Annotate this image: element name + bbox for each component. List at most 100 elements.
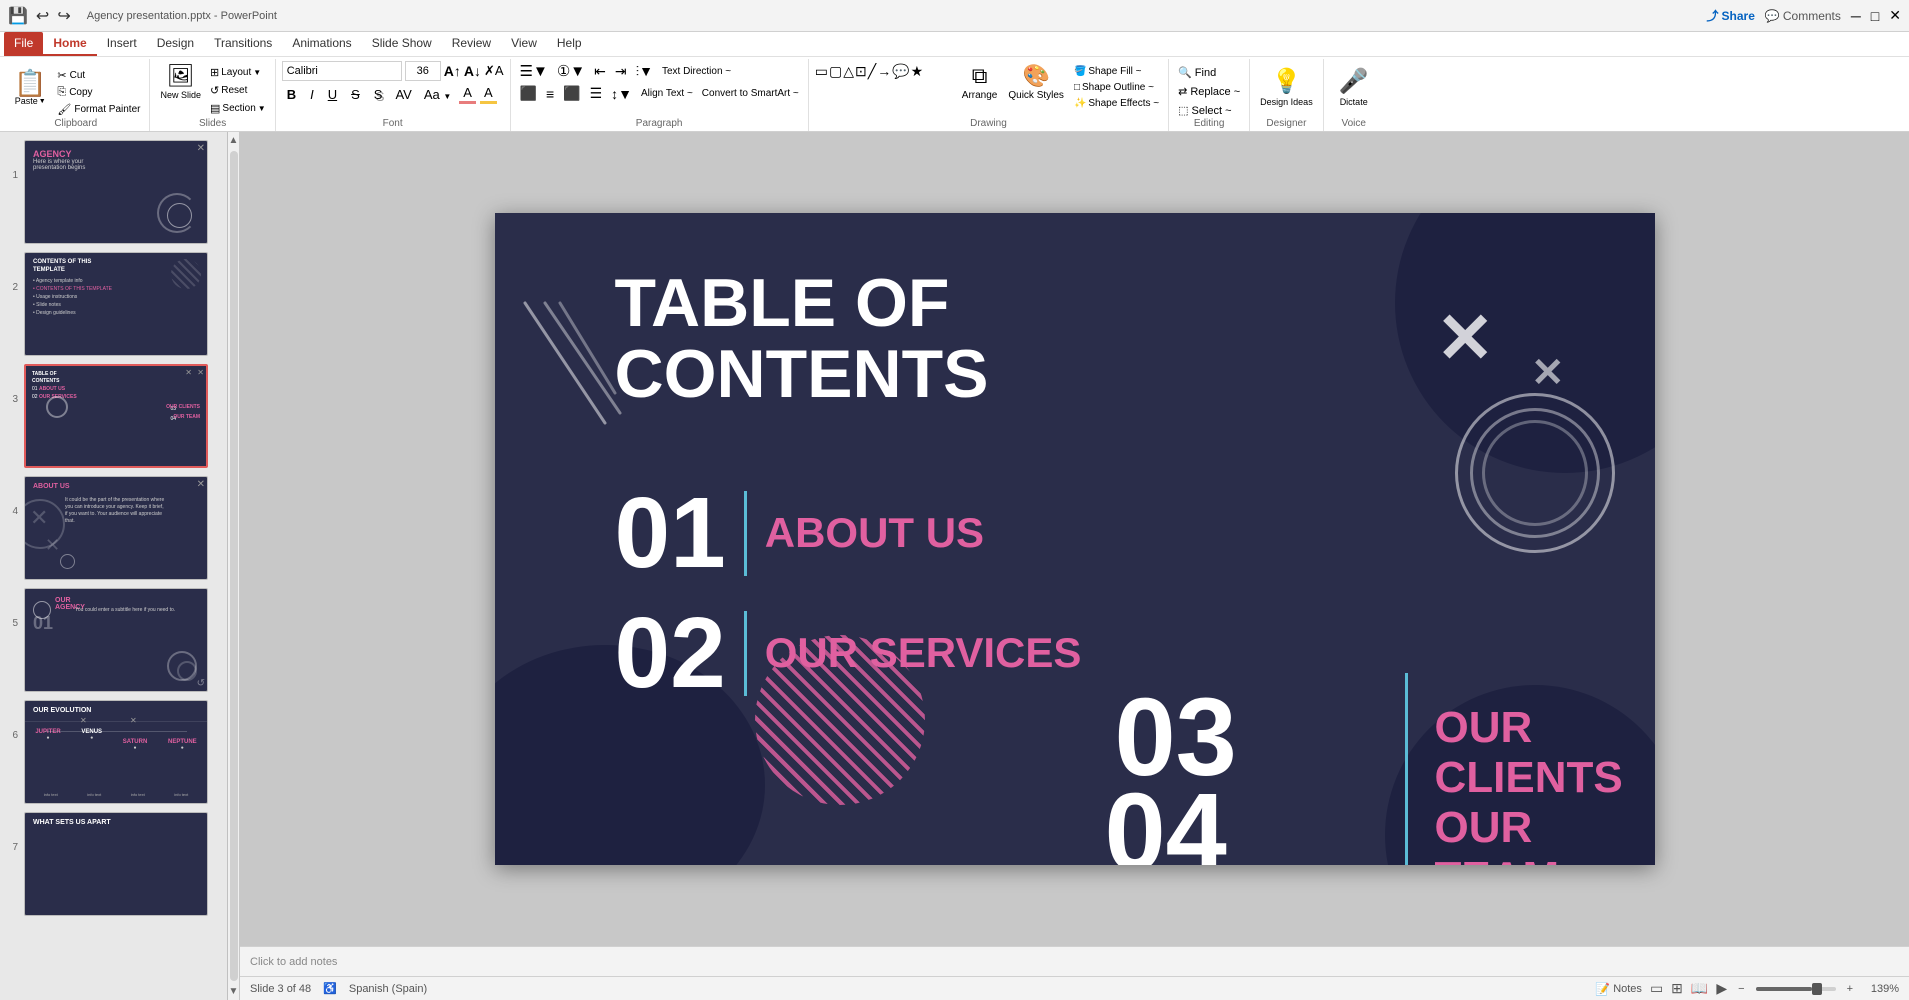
tab-review[interactable]: Review (442, 32, 501, 56)
slide-thumb-2[interactable]: 2 CONTENTS OF THIS TEMPLATE • Agency tem… (4, 252, 223, 356)
font-size-increase[interactable]: A↑ (444, 63, 461, 79)
bullets-button[interactable]: ☰▼ (517, 61, 551, 81)
tab-view[interactable]: View (501, 32, 547, 56)
line-spacing[interactable]: ↕▼ (608, 85, 635, 103)
shape-callout[interactable]: 💬 (892, 63, 909, 80)
zoom-level[interactable]: 139% (1864, 983, 1899, 995)
shape-outline-button[interactable]: □Shape Outline ~ (1071, 81, 1162, 94)
slide-thumb-4[interactable]: 4 ABOUT US ✕ ✕ It could be the part of t… (4, 476, 223, 580)
numbering-button[interactable]: ①▼ (554, 61, 588, 81)
format-painter-button[interactable]: 🖌 Format Painter (54, 102, 143, 117)
normal-view-button[interactable]: ▭ (1650, 980, 1663, 997)
shape-triangle[interactable]: △ (843, 63, 854, 80)
canvas-area: ✕ ✕ TABLE OF CONTENTS 01 ABOUT US 02 (240, 132, 1909, 1000)
zoom-slider[interactable] (1756, 987, 1836, 991)
dictate-button[interactable]: 🎤 Dictate (1335, 65, 1373, 109)
copy-button[interactable]: ⎘ Copy (54, 85, 143, 100)
zoom-in-button[interactable]: + (1844, 983, 1856, 995)
replace-button[interactable]: ⇄Replace ~ (1175, 84, 1243, 99)
slide-delete-3b[interactable]: ✕ (197, 368, 204, 377)
font-name-input[interactable] (282, 61, 402, 81)
char-spacing-button[interactable]: AV (391, 86, 415, 103)
shape-rectangle[interactable]: ▭ (815, 63, 828, 80)
slide-delete-6a[interactable]: ✕ (80, 716, 87, 725)
clear-formatting[interactable]: ✗A (484, 63, 504, 79)
shadow-button[interactable]: S (369, 85, 388, 104)
language-indicator: Spanish (Spain) (349, 983, 427, 995)
close-button[interactable]: ✕ (1889, 7, 1901, 24)
slide-delete-4[interactable]: ✕ (197, 479, 205, 490)
find-button[interactable]: 🔍Find (1175, 65, 1243, 80)
tab-transitions[interactable]: Transitions (204, 32, 282, 56)
slide-delete-1[interactable]: ✕ (197, 143, 205, 154)
shape-fill-button[interactable]: 🪣Shape Fill ~ (1071, 65, 1162, 78)
slide-delete-6b[interactable]: ✕ (130, 716, 137, 725)
shape-line[interactable]: ╱ (868, 63, 876, 80)
new-slide-button[interactable]: 🖼 New Slide (156, 61, 205, 102)
align-center[interactable]: ≡ (543, 85, 557, 103)
align-text-button[interactable]: Align Text ~ (638, 87, 696, 100)
notes-button[interactable]: 📝 Notes (1595, 982, 1642, 996)
main-slide-canvas[interactable]: ✕ ✕ TABLE OF CONTENTS 01 ABOUT US 02 (495, 213, 1655, 865)
slide-delete-3a[interactable]: ✕ (185, 368, 192, 377)
arrange-button[interactable]: ⧉ Arrange (958, 61, 1002, 103)
shape-rounded-rect[interactable]: ▢ (829, 63, 842, 80)
tab-file[interactable]: File (4, 32, 43, 56)
convert-smartart[interactable]: Convert to SmartArt ~ (699, 87, 802, 100)
shape-more[interactable]: ⊡ (855, 63, 867, 80)
increase-indent[interactable]: ⇥ (612, 62, 630, 81)
italic-button[interactable]: I (305, 85, 319, 104)
justify[interactable]: ☰ (587, 84, 606, 103)
zoom-out-button[interactable]: − (1735, 983, 1747, 995)
status-bar: Slide 3 of 48 ♿ Spanish (Spain) 📝 Notes … (240, 976, 1909, 1000)
columns-button[interactable]: ⫶▼ (633, 62, 656, 81)
decrease-indent[interactable]: ⇤ (591, 62, 609, 81)
designer-label: Designer (1256, 118, 1317, 131)
align-right[interactable]: ⬛ (560, 84, 583, 103)
slide-thumb-6[interactable]: 6 OUR EVOLUTION JUPITER● VENUS● SATURN● … (4, 700, 223, 804)
layout-button[interactable]: ⊞ Layout ▼ (207, 65, 269, 80)
font-label: Font (282, 118, 504, 131)
font-size-decrease[interactable]: A↓ (464, 63, 481, 79)
slide-info-5[interactable]: ↺ (197, 678, 205, 689)
font-size-input[interactable] (405, 61, 441, 81)
reset-button[interactable]: ↺ Reset (207, 83, 269, 98)
toc-label-team: OUR TEAM (1435, 803, 1655, 865)
slide-show-button[interactable]: ▶ (1716, 980, 1727, 997)
reading-view-button[interactable]: 📖 (1691, 980, 1708, 997)
tab-slideshow[interactable]: Slide Show (362, 32, 442, 56)
tab-help[interactable]: Help (547, 32, 592, 56)
design-ideas-button[interactable]: 💡 Design Ideas (1256, 65, 1317, 109)
strikethrough-button[interactable]: S (346, 85, 365, 104)
highlight-color-button[interactable]: A (480, 84, 497, 104)
bold-button[interactable]: B (282, 85, 301, 104)
slide-sorter-button[interactable]: ⊞ (1671, 980, 1683, 997)
tab-insert[interactable]: Insert (97, 32, 147, 56)
slide-thumb-3[interactable]: 3 TABLE OFCONTENTS 01 ABOUT US 02 OUR SE… (4, 364, 223, 468)
minimize-button[interactable]: ─ (1851, 8, 1861, 24)
slide-thumb-5[interactable]: 5 OURAGENCY 01 You could enter a subtitl… (4, 588, 223, 692)
paste-button[interactable]: 📋 Paste ▼ (8, 68, 52, 117)
share-button[interactable]: ⤴ Share (1707, 7, 1755, 24)
tab-animations[interactable]: Animations (282, 32, 361, 56)
shape-arrow[interactable]: → (877, 63, 891, 80)
shape-effects-button[interactable]: ✨Shape Effects ~ (1071, 97, 1162, 110)
maximize-button[interactable]: □ (1871, 8, 1879, 24)
text-direction-button[interactable]: Text Direction ~ (659, 65, 734, 78)
cut-button[interactable]: ✂ Cut (54, 68, 143, 83)
notes-bar[interactable]: Click to add notes (240, 946, 1909, 976)
slide-thumb-7[interactable]: 7 WHAT SETS US APART (4, 812, 223, 916)
underline-button[interactable]: U (323, 85, 342, 104)
select-button[interactable]: ⬚Select ~ (1175, 103, 1243, 118)
tab-design[interactable]: Design (147, 32, 204, 56)
accessibility-icon[interactable]: ♿ (323, 982, 337, 995)
change-case-button[interactable]: Aa ▼ (420, 86, 455, 103)
section-button[interactable]: ▤ Section ▼ (207, 101, 269, 116)
font-color-button[interactable]: A (459, 84, 476, 104)
quick-styles-button[interactable]: 🎨 Quick Styles (1004, 61, 1068, 103)
shape-star[interactable]: ★ (911, 63, 924, 80)
align-left[interactable]: ⬛ (517, 84, 540, 103)
slide-thumb-1[interactable]: 1 AGENCY Here is where your presentation… (4, 140, 223, 244)
comments-button[interactable]: 💬 Comments (1765, 9, 1841, 23)
tab-home[interactable]: Home (43, 32, 96, 56)
